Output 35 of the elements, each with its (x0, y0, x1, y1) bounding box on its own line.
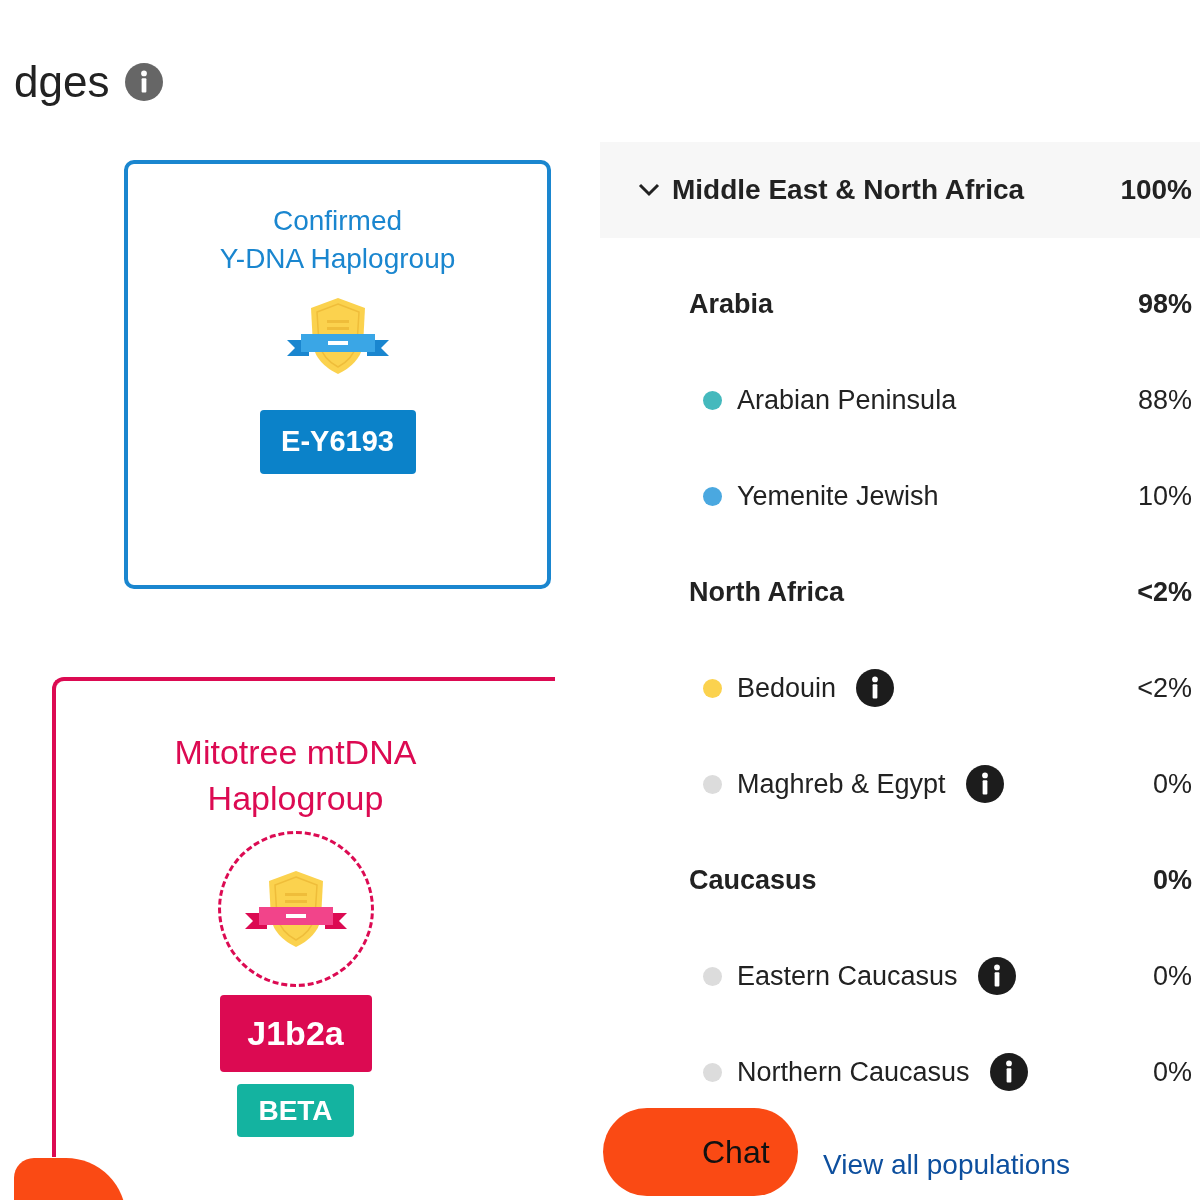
group-name: Caucasus (689, 863, 817, 897)
population-name: Yemenite Jewish (737, 479, 939, 513)
badge-title: Y-DNA Haplogroup (219, 242, 456, 276)
population-percent: 88% (1137, 383, 1192, 417)
beta-tag: BETA (237, 1084, 354, 1137)
region-percent: 100% (1120, 173, 1192, 207)
info-icon[interactable] (965, 765, 1004, 803)
badge-title: Confirmed (272, 204, 403, 238)
group-name: North Africa (689, 575, 844, 609)
chat-button[interactable]: Chat (603, 1108, 798, 1196)
group-percent: <2% (1137, 575, 1192, 609)
group-name: Arabia (689, 287, 774, 321)
population-name: Northern Caucasus (737, 1055, 970, 1089)
badge-title: Haplogroup (207, 778, 384, 819)
info-icon[interactable] (977, 957, 1016, 995)
population-name: Eastern Caucasus (737, 959, 958, 993)
info-icon[interactable] (856, 669, 895, 707)
info-icon[interactable] (989, 1053, 1028, 1091)
region-header[interactable]: Middle East & North Africa 100% (600, 142, 1200, 238)
population-name: Bedouin (737, 671, 837, 705)
population-percent: 0% (1152, 767, 1192, 801)
group-percent: 0% (1152, 863, 1192, 897)
population-percent: 0% (1152, 1055, 1192, 1089)
population-percent: 10% (1137, 479, 1192, 513)
region-name: Middle East & North Africa (672, 173, 1025, 207)
population-name: Arabian Peninsula (737, 383, 957, 417)
badge-title: Mitotree mtDNA (174, 732, 417, 773)
population-name: Maghreb & Egypt (737, 767, 946, 801)
population-percent: <2% (1137, 671, 1192, 705)
view-all-link[interactable]: View all populations (823, 1149, 1070, 1180)
haplogroup-label: J1b2a (219, 995, 372, 1072)
section-heading: dges (14, 60, 110, 104)
population-percent: 0% (1152, 959, 1192, 993)
haplogroup-label: E-Y6193 (259, 410, 416, 474)
group-percent: 98% (1137, 287, 1192, 321)
